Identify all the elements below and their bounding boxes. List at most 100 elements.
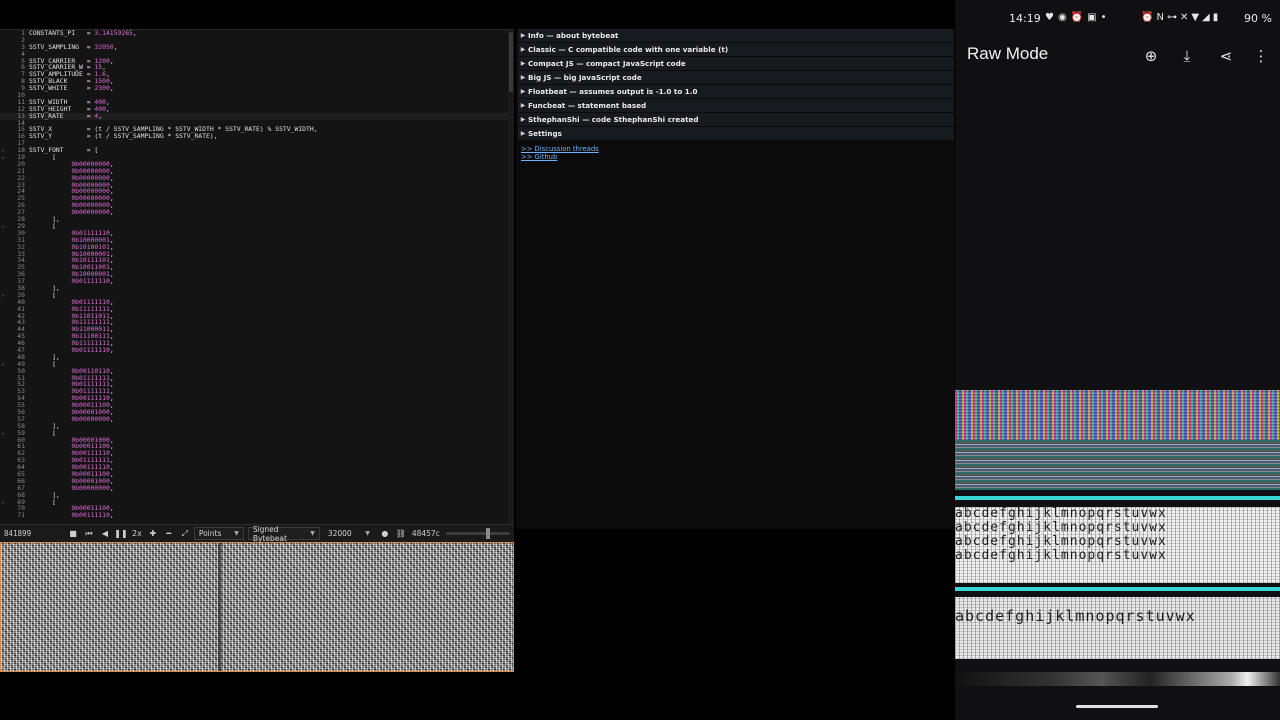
code-token: , [105, 104, 110, 113]
code-token: , [109, 511, 114, 520]
decoded-text-band: abcdefghijklmnopqrstuvwx [955, 597, 1280, 659]
lens-capture-icon[interactable]: ⊕ [1141, 46, 1161, 66]
code-line[interactable]: 48 ], [0, 353, 514, 361]
zoom-out-icon[interactable]: ━ [162, 527, 176, 540]
library-section[interactable]: ▶ Floatbeat — assumes output is -1.0 to 1… [518, 85, 954, 98]
code-line[interactable]: 37 0b01111110, [0, 278, 514, 285]
stop-icon[interactable]: ■ [66, 527, 80, 540]
link-icon[interactable]: ⛓ [394, 527, 408, 540]
waveform-canvas[interactable] [0, 542, 514, 672]
zoom-in-icon[interactable]: ✚ [146, 527, 160, 540]
code-token: , [132, 29, 137, 37]
sync-line [955, 496, 1280, 500]
code-token: , [98, 111, 103, 120]
volume-slider-knob[interactable] [485, 528, 490, 539]
rewind-icon[interactable]: ⏮ [82, 527, 96, 540]
line-code: CONSTANTS_PI = 3.14159265, [29, 30, 137, 37]
code-line[interactable]: 58 ], [0, 422, 514, 430]
time-counter[interactable]: 841899 [0, 529, 66, 538]
line-code: SSTV_SAMPLING = 32050, [29, 42, 118, 51]
line-number: 71 [17, 511, 25, 520]
code-line[interactable]: 38 ], [0, 285, 514, 292]
code-line[interactable]: 28 ], [0, 216, 514, 223]
library-section-label: Info — about bytebeat [528, 31, 619, 40]
record-icon[interactable]: ● [378, 527, 392, 540]
number-literal: 0b00000000 [71, 208, 110, 217]
mute-icon: ✕ [1179, 12, 1192, 23]
decoded-stripe-band [955, 440, 1280, 490]
expand-triangle-icon: ▶ [520, 130, 526, 137]
code-token: SSTV_RATE = [29, 111, 95, 120]
library-section[interactable]: ▶ Classic — C compatible code with one va… [518, 43, 954, 56]
number-literal: 2300 [94, 84, 110, 93]
code-line[interactable]: 57 0b00000000, [0, 414, 514, 423]
phone-screen: 14:19 ♥◉⏰▣• ⏰N⊶✕▼◢▮ 90 % Raw Mode ⊕ ⤓ ⋖ … [955, 0, 1280, 720]
decoded-partial-line [955, 672, 1280, 686]
code-token: , [109, 414, 114, 423]
gesture-bar[interactable] [1076, 705, 1158, 708]
code-line[interactable]: ⌄ 18 SSTV_FONT = [ [0, 146, 514, 154]
library-section[interactable]: ▶ Settings [518, 127, 954, 140]
expand-triangle-icon: ▶ [520, 32, 526, 39]
code-line[interactable]: 9 SSTV_WHITE = 2300, [0, 85, 514, 92]
code-line[interactable]: 3 SSTV_SAMPLING = 32050, [0, 42, 514, 51]
code-editor[interactable]: 1 CONSTANTS_PI = 3.14159265, 2 3 SSTV_SAMPLI… [0, 29, 514, 524]
code-token: SSTV_SAMPLING = [29, 42, 95, 51]
code-line[interactable]: 67 0b00000000, [0, 483, 514, 492]
code-token: , [109, 277, 114, 286]
heart-icon: ♥ [1045, 12, 1058, 23]
volume-slider[interactable] [445, 528, 510, 539]
expand-triangle-icon: ▶ [520, 60, 526, 67]
battery-icon: ▮ [1212, 12, 1222, 23]
line-code: SSTV_WHITE = 2300, [29, 85, 114, 92]
more-options-icon[interactable]: ⋮ [1251, 46, 1271, 66]
code-length: 48457c [411, 529, 440, 538]
number-literal: 0b01111110 [71, 345, 110, 354]
alarm-icon: ⏰ [1070, 12, 1088, 23]
library-section[interactable]: ▶ Funcbeat — statement based [518, 99, 954, 112]
code-token: , [109, 345, 114, 354]
download-icon[interactable]: ⤓ [1177, 46, 1197, 66]
code-line[interactable]: 1 CONSTANTS_PI = 3.14159265, [0, 30, 514, 37]
code-line[interactable]: 71 0b00111110, [0, 512, 514, 519]
library-section[interactable]: ▶ Info — about bytebeat [518, 29, 954, 42]
code-line[interactable]: 13 SSTV_RATE = 4, [0, 111, 514, 120]
code-line[interactable]: 68 ], [0, 491, 514, 499]
code-token: , [113, 42, 118, 51]
editor-scrollbar-thumb[interactable] [509, 32, 513, 92]
number-literal: 32050 [94, 42, 114, 51]
code-line[interactable]: 47 0b01111110, [0, 347, 514, 354]
discussion-threads-link[interactable]: >> Discussion threads [521, 145, 954, 153]
expand-triangle-icon: ▶ [520, 46, 526, 53]
draw-mode-select[interactable]: Points ▼ [193, 527, 244, 540]
code-token: , [109, 84, 114, 93]
app-bar: Raw Mode ⊕ ⤓ ⋖ ⋮ [955, 36, 1280, 76]
code-lines: 1 CONSTANTS_PI = 3.14159265, 2 3 SSTV_SAMPLI… [0, 30, 514, 519]
draw-mode-icon[interactable]: ⤢ [178, 527, 192, 540]
github-link[interactable]: >> Github [521, 153, 954, 161]
library-section-label: Compact JS — compact JavaScript code [528, 59, 686, 68]
mode-select[interactable]: Signed Bytebeat ▼ [247, 525, 320, 543]
pause-icon[interactable]: ❚❚ [114, 527, 128, 540]
number-literal: 0b01111110 [71, 277, 110, 286]
code-token: , [109, 483, 114, 492]
library-section[interactable]: ▶ SthephanShi — code SthephanShi created [518, 113, 954, 126]
editor-scrollbar[interactable] [508, 30, 514, 524]
share-icon[interactable]: ⋖ [1216, 46, 1236, 66]
library-section[interactable]: ▶ Big JS — big JavaScript code [518, 71, 954, 84]
playback-rate-button[interactable]: 2x [130, 527, 144, 540]
line-code: SSTV_RATE = 4, [29, 111, 103, 120]
library-section-label: Funcbeat — statement based [528, 101, 647, 110]
code-line[interactable]: 16 SSTV_Y = (t / SSTV_SAMPLING * SSTV_RAT… [0, 133, 514, 140]
code-line[interactable]: 27 0b00000000, [0, 209, 514, 216]
library-section[interactable]: ▶ Compact JS — compact JavaScript code [518, 57, 954, 70]
status-bar: 14:19 ♥◉⏰▣• ⏰N⊶✕▼◢▮ 90 % [955, 0, 1280, 36]
system-icons: ⏰N⊶✕▼◢▮ [1141, 12, 1221, 23]
decoded-text-band: abcdefghijklmnopqrstuvwx abcdefghijklmno… [955, 507, 1280, 583]
library-section-label: Big JS — big JavaScript code [528, 73, 642, 82]
code-token: , [109, 56, 114, 65]
sample-rate-select[interactable]: 32000 ▼ [324, 528, 374, 539]
library-section-label: SthephanShi — code SthephanShi created [528, 115, 699, 124]
play-backward-icon[interactable]: ◀ [98, 527, 112, 540]
decoded-noise-band [955, 390, 1280, 440]
